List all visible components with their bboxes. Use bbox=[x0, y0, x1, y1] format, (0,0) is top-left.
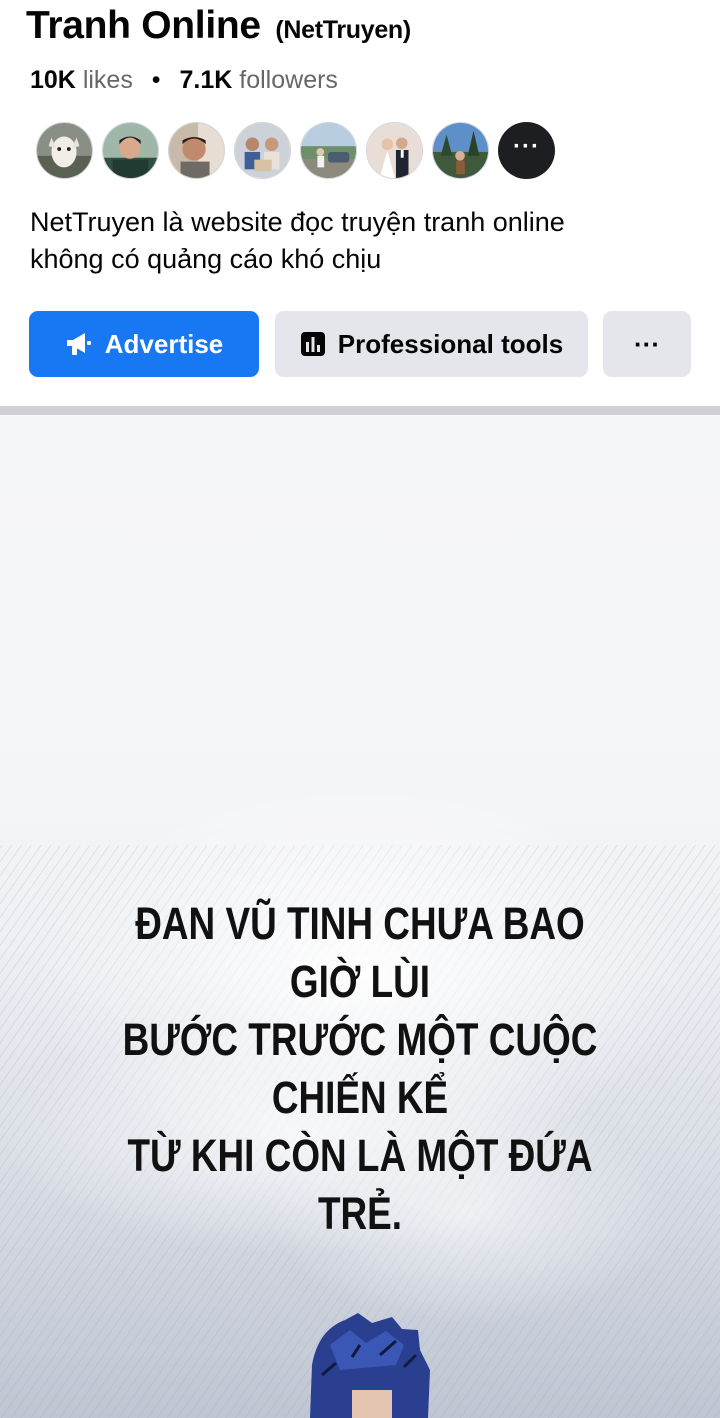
followers-count[interactable]: 7.1K bbox=[180, 66, 233, 94]
followers-label[interactable]: followers bbox=[239, 66, 338, 94]
page-bio: NetTruyen là website đọc truyện tranh on… bbox=[30, 204, 690, 278]
caption-line: TỪ KHI CÒN LÀ MỘT ĐỨA TRẺ. bbox=[127, 1130, 593, 1239]
more-avatars-button[interactable]: ··· bbox=[498, 122, 555, 179]
bio-line: NetTruyen là website đọc truyện tranh on… bbox=[30, 207, 565, 237]
section-divider bbox=[0, 406, 720, 415]
more-actions-button[interactable]: ··· bbox=[603, 311, 691, 377]
follower-avatar[interactable] bbox=[432, 122, 489, 179]
comic-panel: ĐAN VŨ TINH CHƯA BAO GIỜ LÙI BƯỚC TRƯỚC … bbox=[0, 415, 720, 1418]
bar-chart-icon bbox=[300, 331, 326, 357]
likes-label[interactable]: likes bbox=[83, 66, 133, 94]
page-name[interactable]: Tranh Online bbox=[26, 4, 261, 47]
stats-separator: • bbox=[151, 66, 161, 94]
likes-count[interactable]: 10K bbox=[30, 66, 76, 94]
advertise-button[interactable]: Advertise bbox=[29, 311, 259, 377]
page-handle: (NetTruyen) bbox=[275, 16, 411, 44]
follower-avatar[interactable] bbox=[300, 122, 357, 179]
professional-tools-label: Professional tools bbox=[337, 328, 564, 359]
bio-line: không có quảng cáo khó chịu bbox=[30, 244, 382, 274]
follower-avatar[interactable] bbox=[366, 122, 423, 179]
page-title[interactable]: Tranh Online (NetTruyen) bbox=[26, 4, 411, 48]
page-stats: 10K likes • 7.1K followers bbox=[30, 66, 338, 95]
megaphone-icon bbox=[65, 331, 93, 357]
page-header: Tranh Online (NetTruyen) 10K likes • 7.1… bbox=[0, 0, 720, 406]
advertise-label: Advertise bbox=[104, 328, 224, 359]
caption-line: BƯỚC TRƯỚC MỘT CUỘC CHIẾN KỂ bbox=[122, 1014, 598, 1123]
follower-avatar[interactable] bbox=[234, 122, 291, 179]
comic-caption: ĐAN VŨ TINH CHƯA BAO GIỜ LÙI BƯỚC TRƯỚC … bbox=[98, 895, 623, 1243]
caption-line: ĐAN VŨ TINH CHƯA BAO GIỜ LÙI bbox=[135, 898, 585, 1007]
follower-avatar[interactable] bbox=[168, 122, 225, 179]
ellipsis-icon: ··· bbox=[634, 328, 660, 359]
professional-tools-button[interactable]: Professional tools bbox=[275, 311, 588, 377]
follower-avatar[interactable] bbox=[102, 122, 159, 179]
follower-avatar[interactable] bbox=[36, 122, 93, 179]
